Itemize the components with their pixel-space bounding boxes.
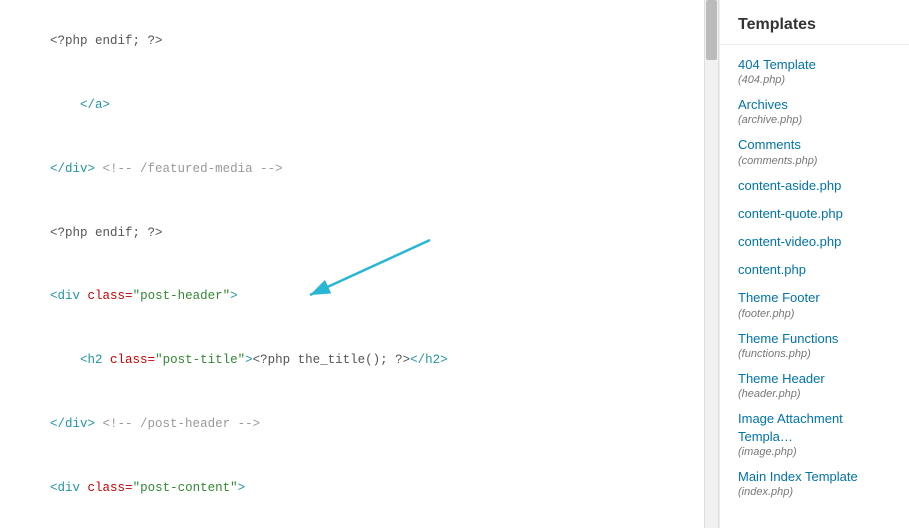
sidebar-item-content-aside[interactable]: content-aside.php [720, 172, 909, 200]
sidebar-item-index[interactable]: Main Index Template (index.php) [720, 463, 909, 503]
code-content: <?php endif; ?> </a> </div> <!-- /featur… [0, 0, 718, 528]
editor-scrollbar[interactable] [704, 0, 718, 528]
code-editor[interactable]: <?php endif; ?> </a> </div> <!-- /featur… [0, 0, 719, 528]
sidebar-item-footer[interactable]: Theme Footer (footer.php) [720, 284, 909, 324]
sidebar-item-functions[interactable]: Theme Functions (functions.php) [720, 325, 909, 365]
sidebar-item-header[interactable]: Theme Header (header.php) [720, 365, 909, 405]
templates-sidebar: Templates 404 Template (404.php) Archive… [719, 0, 909, 528]
sidebar-item-comments[interactable]: Comments (comments.php) [720, 131, 909, 171]
sidebar-item-content-quote[interactable]: content-quote.php [720, 200, 909, 228]
sidebar-title: Templates [720, 10, 909, 45]
sidebar-item-archives[interactable]: Archives (archive.php) [720, 91, 909, 131]
sidebar-item-image[interactable]: Image Attachment Templa… (image.php) [720, 405, 909, 463]
sidebar-item-404[interactable]: 404 Template (404.php) [720, 51, 909, 91]
scrollbar-thumb[interactable] [706, 0, 717, 60]
sidebar-item-content-video[interactable]: content-video.php [720, 228, 909, 256]
sidebar-item-content[interactable]: content.php [720, 256, 909, 284]
